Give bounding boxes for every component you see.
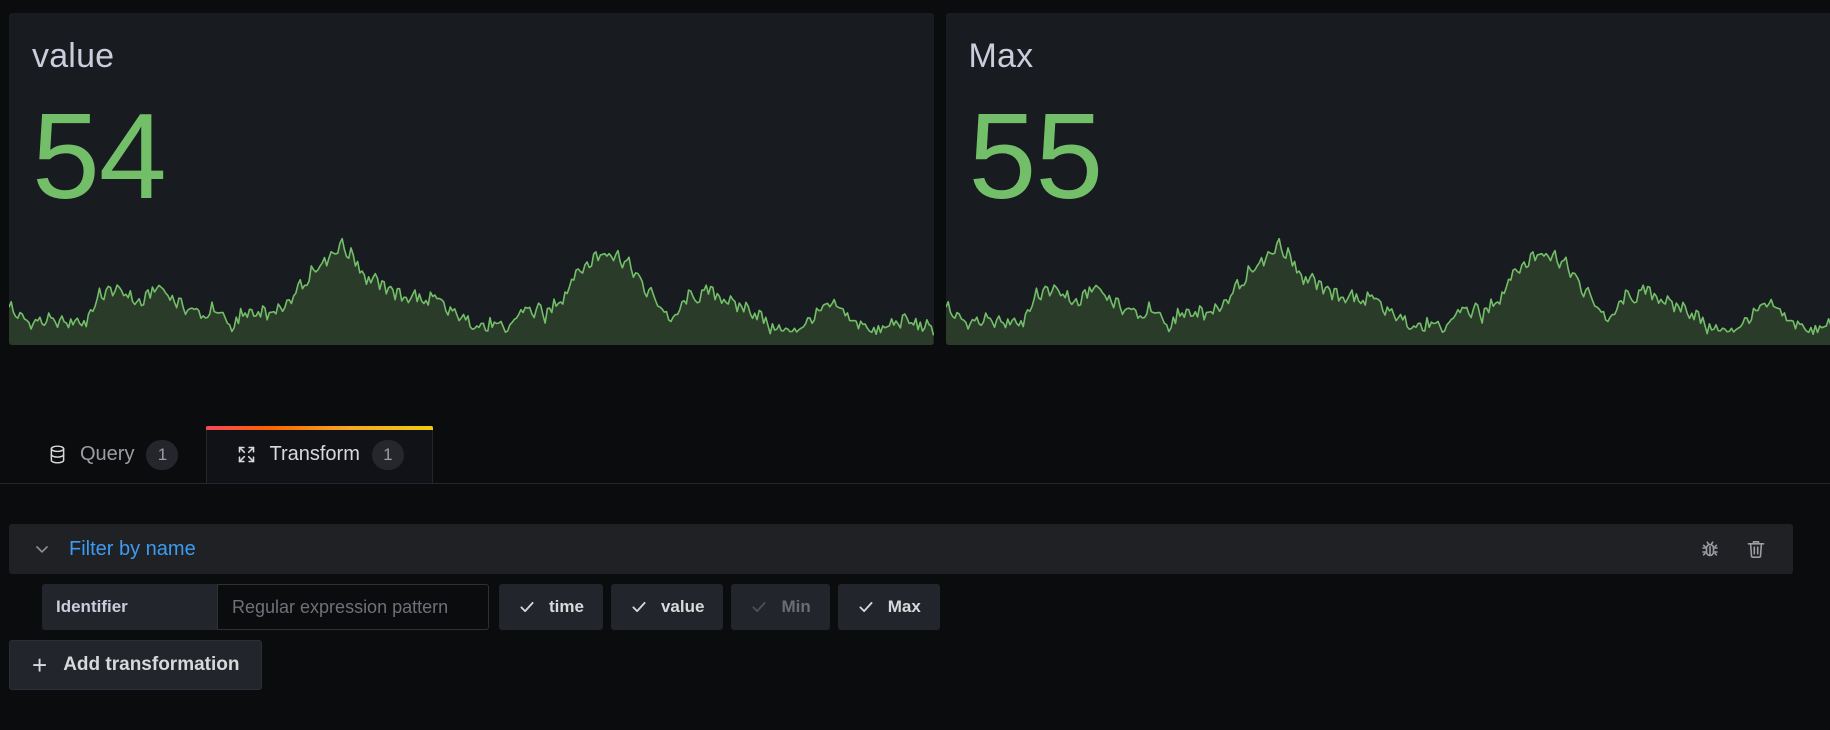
stat-panels-row: value 54 Max 55 — [0, 13, 1830, 345]
field-toggle-time[interactable]: time — [499, 584, 603, 630]
tab-query-badge: 1 — [146, 439, 179, 470]
check-icon — [857, 598, 875, 616]
transformation-actions — [1697, 536, 1777, 562]
tab-query[interactable]: Query 1 — [18, 426, 206, 483]
field-toggle-label: time — [549, 597, 584, 616]
tab-transform[interactable]: Transform 1 — [206, 426, 434, 483]
transformation-header: Filter by name — [9, 524, 1793, 574]
field-toggle-group: time value Min Max — [499, 584, 940, 630]
stat-panel-title: Max — [968, 37, 1034, 75]
transformation-editor-filter-by-name: Filter by name Identifier Regular expres… — [9, 524, 1793, 630]
bug-icon[interactable] — [1697, 536, 1723, 562]
stat-panel-value-number: 55 — [968, 88, 1104, 224]
identifier-label: Identifier — [42, 584, 217, 630]
editor-tabs: Query 1 Transform 1 — [0, 426, 1830, 484]
plus-icon: + — [32, 650, 48, 680]
stat-panel-title: value — [32, 37, 115, 75]
add-transformation-button[interactable]: + Add transformation — [9, 640, 263, 690]
tab-transform-badge: 1 — [371, 439, 404, 470]
field-toggle-label: Max — [887, 597, 921, 616]
check-icon — [518, 598, 536, 616]
field-toggle-label: value — [660, 597, 705, 616]
field-toggle-max[interactable]: Max — [837, 584, 940, 630]
field-toggle-value[interactable]: value — [610, 584, 724, 630]
transform-icon — [235, 444, 257, 466]
transformations-pane: Filter by name Identifier Regular expres… — [0, 484, 1830, 730]
add-transformation-label: Add transformation — [63, 654, 240, 675]
sparkline-chart — [9, 215, 934, 345]
stat-panel-max[interactable]: Max 55 — [945, 13, 1830, 345]
trash-icon[interactable] — [1743, 536, 1769, 562]
sparkline-chart — [945, 215, 1830, 345]
stat-panel-value-number: 54 — [32, 88, 167, 224]
field-toggle-min[interactable]: Min — [731, 584, 830, 630]
tab-query-label: Query — [80, 443, 135, 465]
database-icon — [46, 444, 68, 466]
check-icon — [630, 598, 648, 616]
chevron-down-icon[interactable] — [31, 538, 53, 560]
regex-pattern-input[interactable] — [217, 584, 489, 630]
field-toggle-label: Min — [781, 597, 811, 616]
stat-panel-value[interactable]: value 54 — [9, 13, 934, 345]
transformation-options: Identifier time — [9, 584, 1793, 630]
tab-transform-label: Transform — [269, 443, 360, 465]
transformation-title[interactable]: Filter by name — [69, 538, 196, 561]
check-icon — [750, 598, 768, 616]
